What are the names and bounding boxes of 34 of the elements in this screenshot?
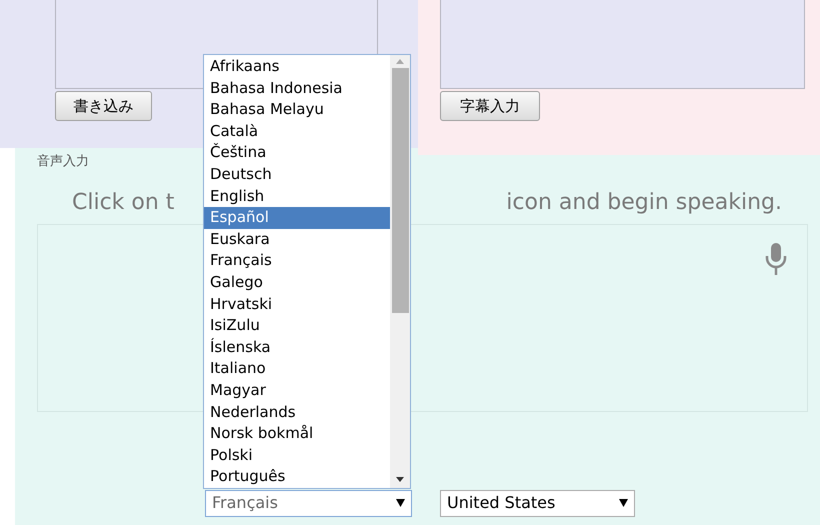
language-option[interactable]: Français bbox=[204, 250, 390, 272]
language-option[interactable]: Català bbox=[204, 120, 390, 142]
dropdown-arrow-icon bbox=[619, 499, 628, 507]
microphone-icon[interactable] bbox=[765, 242, 787, 274]
language-option[interactable]: IsiZulu bbox=[204, 315, 390, 337]
scroll-up-icon[interactable] bbox=[396, 59, 404, 64]
language-option[interactable]: Afrikaans bbox=[204, 56, 390, 78]
language-option[interactable]: Português bbox=[204, 466, 390, 488]
write-button[interactable]: 書き込み bbox=[55, 91, 152, 121]
language-option[interactable]: Euskara bbox=[204, 228, 390, 250]
scroll-down-icon[interactable] bbox=[396, 477, 404, 482]
language-option[interactable]: Español bbox=[204, 207, 390, 229]
section-label: 音声入力 bbox=[37, 153, 89, 171]
scrollbar-thumb[interactable] bbox=[392, 68, 408, 313]
scrollbar[interactable] bbox=[390, 55, 410, 488]
language-option[interactable]: Nederlands bbox=[204, 402, 390, 424]
prompt-text: Click on t bbox=[72, 189, 174, 217]
language-option[interactable]: Íslenska bbox=[204, 336, 390, 358]
language-option[interactable]: Hrvatski bbox=[204, 294, 390, 316]
language-option[interactable]: Magyar bbox=[204, 380, 390, 402]
language-option[interactable]: Polski bbox=[204, 444, 390, 466]
language-select[interactable]: Français bbox=[205, 490, 412, 516]
caption-button[interactable]: 字幕入力 bbox=[440, 91, 540, 121]
language-option[interactable]: Bahasa Indonesia bbox=[204, 78, 390, 100]
language-option[interactable]: Deutsch bbox=[204, 164, 390, 186]
language-option[interactable]: Bahasa Melayu bbox=[204, 99, 390, 121]
language-option[interactable]: Čeština bbox=[204, 142, 390, 164]
language-option[interactable]: Norsk bokmål bbox=[204, 423, 390, 445]
prompt-text: icon and begin speaking. bbox=[506, 189, 782, 217]
dropdown-arrow-icon bbox=[396, 499, 405, 507]
language-option[interactable]: Galego bbox=[204, 272, 390, 294]
language-option[interactable]: English bbox=[204, 186, 390, 208]
language-option[interactable]: Italiano bbox=[204, 358, 390, 380]
country-select[interactable]: United States bbox=[440, 490, 635, 516]
